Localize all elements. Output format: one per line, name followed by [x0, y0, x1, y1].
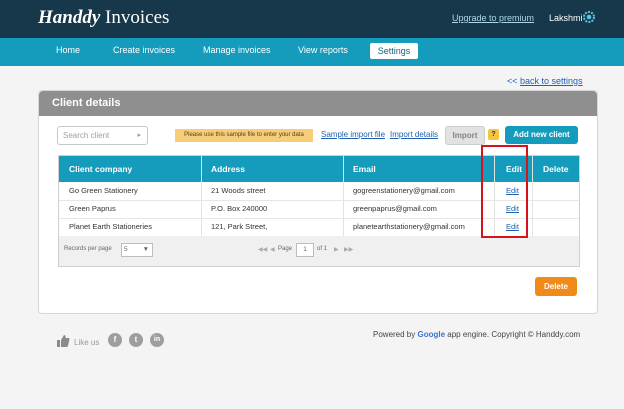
- import-details-link[interactable]: Import details: [390, 130, 438, 139]
- cell-company: Planet Earth Stationeries: [69, 222, 152, 231]
- powered-prefix: Powered by: [373, 330, 416, 339]
- cell-email: greenpaprus@gmail.com: [353, 204, 437, 213]
- powered-by-text: Powered by Google app engine. Copyright …: [373, 330, 580, 339]
- search-placeholder: Search client: [63, 131, 110, 140]
- col-delete: Delete: [543, 164, 569, 174]
- facebook-icon[interactable]: f: [108, 333, 122, 347]
- add-new-client-button[interactable]: Add new client: [505, 126, 578, 144]
- twitter-icon[interactable]: t: [129, 333, 143, 347]
- search-arrow-icon[interactable]: ▸: [137, 127, 141, 144]
- page-label: Page: [278, 246, 293, 252]
- back-link-label: back to settings: [520, 76, 583, 86]
- table-pager: Records per page 5 ▼ ◀◀ ◀ Page 1 of 1 ▶ …: [59, 236, 579, 266]
- sample-file-note: Please use this sample file to enter you…: [175, 129, 313, 142]
- col-email[interactable]: Email: [353, 156, 376, 182]
- cell-company: Green Paprus: [69, 204, 116, 213]
- app-logo[interactable]: Handdy Invoices: [38, 7, 169, 29]
- col-address[interactable]: Address: [211, 156, 245, 182]
- upgrade-link[interactable]: Upgrade to premium: [452, 13, 534, 23]
- nav-settings[interactable]: Settings: [370, 43, 418, 59]
- back-to-settings-link[interactable]: << back to settings: [507, 76, 583, 86]
- back-arrow-icon: <<: [507, 76, 518, 86]
- chevron-down-icon: ▼: [142, 246, 149, 253]
- records-per-page-select[interactable]: 5 ▼: [121, 243, 153, 257]
- gear-icon[interactable]: [582, 10, 596, 24]
- records-per-page-label: Records per page: [64, 246, 112, 252]
- nav-manage-invoices[interactable]: Manage invoices: [203, 45, 271, 55]
- logo-product: Invoices: [105, 7, 170, 28]
- panel-title: Client details: [52, 97, 121, 109]
- cell-address: 21 Woods street: [211, 186, 266, 195]
- records-per-page-value: 5: [124, 246, 128, 253]
- edit-column-highlight: [481, 145, 528, 238]
- logo-brand: Handdy: [38, 7, 101, 28]
- main-nav: Home Create invoices Manage invoices Vie…: [0, 38, 624, 66]
- cell-company: Go Green Stationery: [69, 186, 138, 195]
- like-us-label: Like us: [74, 338, 100, 347]
- top-header: Handdy Invoices Upgrade to premium Laksh…: [0, 0, 624, 38]
- col-client-company[interactable]: Client company: [69, 156, 132, 182]
- import-button[interactable]: Import: [445, 126, 485, 145]
- cell-address: P.O. Box 240000: [211, 204, 268, 213]
- user-name[interactable]: Lakshmi: [549, 13, 583, 23]
- google-logo: Google: [417, 330, 446, 339]
- panel-header: Client details: [39, 91, 597, 116]
- prev-page-icon[interactable]: ◀: [270, 246, 275, 253]
- nav-view-reports[interactable]: View reports: [298, 45, 348, 55]
- page-count: of 1: [317, 246, 328, 252]
- search-client-input[interactable]: Search client ▸: [57, 126, 148, 145]
- cell-address: 121, Park Street,: [211, 222, 268, 231]
- delete-button[interactable]: Delete: [535, 277, 577, 296]
- first-page-icon[interactable]: ◀◀: [258, 246, 267, 253]
- cell-email: planetearthstationery@gmail.com: [353, 222, 465, 231]
- sample-import-file-link[interactable]: Sample import file: [321, 130, 385, 139]
- thumbs-up-icon[interactable]: [56, 334, 70, 348]
- powered-suffix: app engine. Copyright © Handdy.com: [447, 330, 581, 339]
- nav-home[interactable]: Home: [56, 45, 80, 55]
- last-page-icon[interactable]: ▶▶: [344, 246, 353, 253]
- nav-create-invoices[interactable]: Create invoices: [113, 45, 175, 55]
- help-icon[interactable]: ?: [488, 129, 499, 140]
- next-page-icon[interactable]: ▶: [334, 246, 339, 253]
- cell-email: gogreenstationery@gmail.com: [353, 186, 455, 195]
- linkedin-icon[interactable]: in: [150, 333, 164, 347]
- page-number-input[interactable]: 1: [296, 243, 314, 257]
